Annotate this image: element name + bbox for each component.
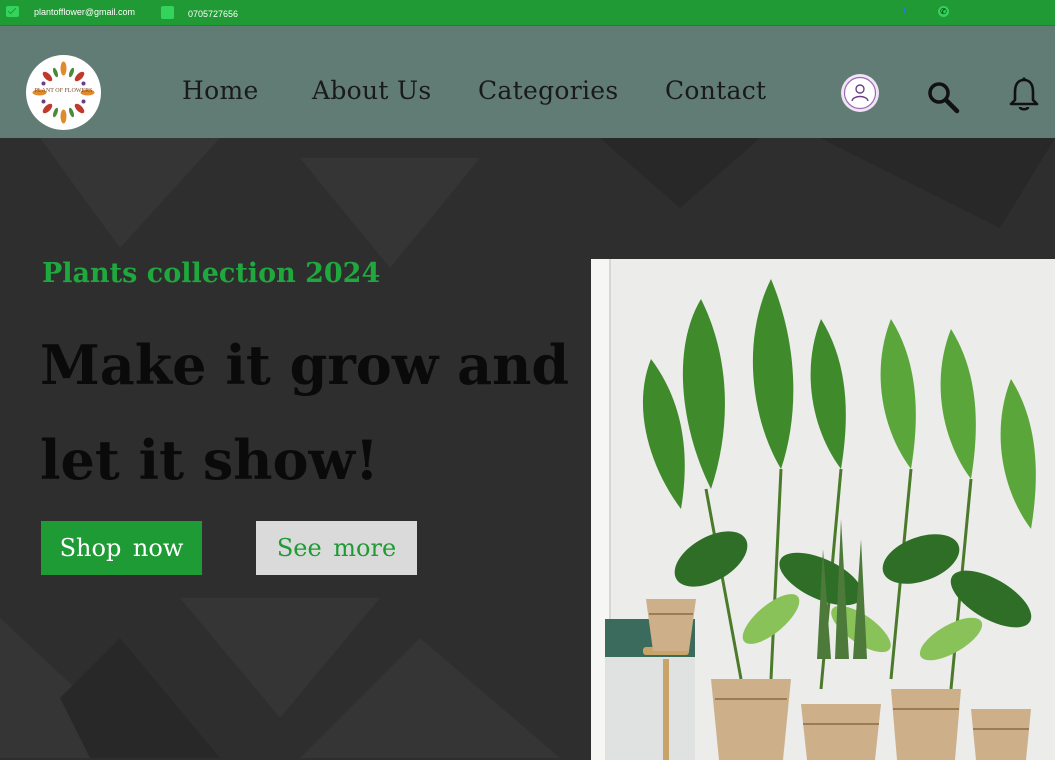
whatsapp-icon[interactable]: ✆: [938, 6, 949, 17]
user-icon[interactable]: [841, 74, 879, 112]
top-contact-bar: plantofflower@gmail.com 0705727656 f ✆: [0, 0, 1055, 26]
logo[interactable]: PLANT OF FLOWERS: [26, 55, 101, 130]
nav-contact[interactable]: Contact: [665, 76, 766, 105]
contact-phone[interactable]: 0705727656: [188, 9, 238, 19]
logo-text: PLANT OF FLOWERS: [34, 88, 93, 94]
search-icon[interactable]: [925, 79, 961, 115]
hero-eyebrow: Plants collection 2024: [42, 258, 381, 289]
shop-now-button[interactable]: Shop now: [41, 521, 202, 575]
main-navbar: PLANT OF FLOWERS Home About Us Categorie…: [0, 26, 1055, 138]
nav-home[interactable]: Home: [182, 76, 259, 105]
facebook-icon[interactable]: f: [899, 6, 910, 17]
hero-headline: Make it grow and let it show!: [40, 333, 570, 492]
phone-icon: [161, 6, 174, 19]
email-icon: [6, 6, 19, 17]
nav-categories[interactable]: Categories: [478, 76, 619, 105]
hero-plants-image: [591, 259, 1055, 760]
hero-section: Plants collection 2024 Make it grow and …: [0, 138, 1055, 760]
nav-about-us[interactable]: About Us: [312, 76, 432, 105]
see-more-button[interactable]: See more: [256, 521, 417, 575]
bell-icon[interactable]: [1009, 76, 1039, 112]
contact-email[interactable]: plantofflower@gmail.com: [34, 7, 135, 17]
